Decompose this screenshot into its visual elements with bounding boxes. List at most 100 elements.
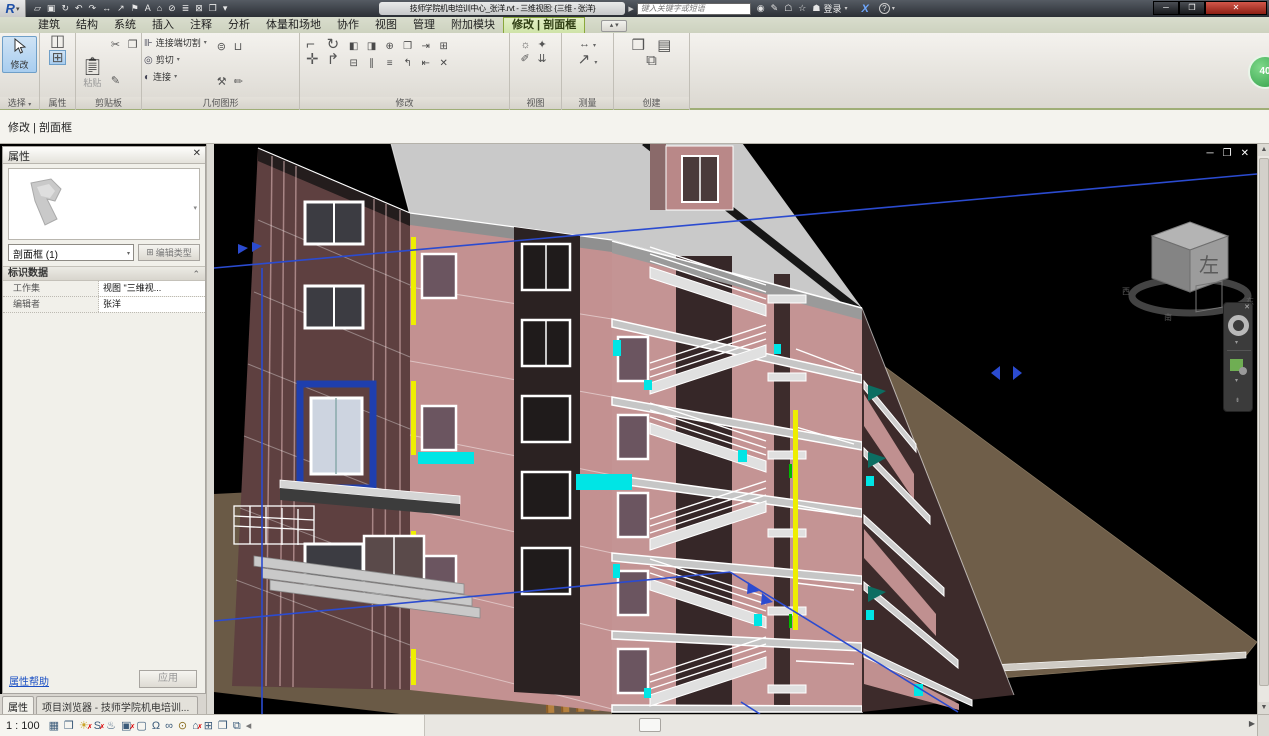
join-geometry-item[interactable]: ◐ 连接▾ — [142, 69, 209, 86]
crop-view-icon[interactable]: ▣✗ — [121, 719, 131, 733]
sign-in-label[interactable]: 登录 — [823, 2, 841, 15]
panel-label-view[interactable]: 视图 — [510, 97, 561, 109]
reveal-hidden-elements-icon[interactable]: ⊙ — [178, 719, 187, 733]
shadows-icon[interactable]: S✗ — [94, 719, 101, 733]
identity-data-section-header[interactable]: 标识数据 ⌃ — [3, 266, 205, 281]
steering-wheel-icon[interactable] — [1228, 315, 1249, 336]
split-element-icon[interactable]: ⇤ — [417, 56, 434, 72]
tab-modify-section-box[interactable]: 修改 | 剖面框 — [503, 17, 585, 33]
edit-type-button[interactable]: ⊞ 编辑类型 — [138, 244, 200, 261]
linework-icon[interactable]: ✐ — [519, 53, 535, 66]
section-icon[interactable]: ⊘ — [166, 1, 178, 16]
facade-west[interactable] — [232, 148, 410, 690]
copy-icon[interactable]: ❐ — [126, 39, 142, 74]
scroll-up-icon[interactable]: ▲ — [1258, 144, 1269, 156]
tag-by-category-icon[interactable]: ⚑ — [129, 1, 141, 16]
zoom-tool-icon[interactable] — [1230, 359, 1243, 371]
tab-structure[interactable]: 结构 — [68, 18, 106, 33]
type-selector-dropdown[interactable]: 剖面框 (1) ▾ — [8, 244, 134, 261]
facade-south[interactable] — [410, 213, 612, 712]
rotate-icon[interactable]: ↻ — [325, 38, 342, 51]
exchange-apps-icon[interactable]: X — [861, 3, 868, 15]
render-icon[interactable]: ✦ — [536, 39, 552, 52]
thin-lines-icon[interactable]: ≣ — [180, 1, 192, 16]
edited-by-value[interactable]: 张洋 — [99, 297, 205, 312]
app-close-button[interactable]: ✕ — [1205, 1, 1267, 15]
visibility-graphics-icon[interactable]: ☼ — [519, 39, 535, 52]
wall-opening-icon[interactable]: ⊔ — [232, 41, 248, 75]
undo-icon[interactable]: ↶ — [73, 1, 85, 16]
tab-architecture[interactable]: 建筑 — [30, 18, 68, 33]
close-hidden-windows-icon[interactable]: ⊠ — [193, 1, 205, 16]
worksharing-display-icon[interactable]: ❐ — [218, 719, 228, 733]
detail-level-icon[interactable]: ▦ — [49, 719, 59, 733]
cope-icon[interactable]: ◧ — [345, 39, 362, 55]
unlocked-3d-view-icon[interactable]: Ω — [152, 719, 160, 733]
type-properties-icon[interactable]: ⊞ — [49, 50, 67, 65]
tab-massing-site[interactable]: 体量和场地 — [258, 18, 329, 33]
customize-qat-icon[interactable]: ▾ — [221, 1, 230, 16]
panel-label-select[interactable]: 选择 ▾ — [0, 97, 39, 109]
tab-analyze[interactable]: 分析 — [220, 18, 258, 33]
vertical-scrollbar[interactable]: ▲ ▼ — [1257, 144, 1269, 714]
navbar-close-icon[interactable]: ✕ — [1244, 303, 1250, 311]
palette-viewport-divider[interactable] — [206, 144, 214, 714]
mirror-icon[interactable]: ⊕ — [381, 39, 398, 55]
horizontal-scrollbar[interactable]: ▶ — [424, 715, 1257, 736]
panel-label-clipboard[interactable]: 剪贴板 — [76, 97, 141, 109]
navbar-expand-icon[interactable]: ⇟ — [1235, 397, 1240, 404]
compass-west-label[interactable]: 西 — [1122, 287, 1130, 296]
horizontal-scroll-thumb[interactable] — [639, 718, 661, 732]
revit-app-button[interactable]: R▾ — [0, 0, 26, 17]
switch-windows-icon[interactable]: ❐ — [207, 1, 219, 16]
sun-path-icon[interactable]: ☀✗ — [79, 719, 89, 733]
show-crop-region-icon[interactable]: ▢ — [136, 719, 146, 733]
panel-label-properties[interactable]: 属性 — [40, 97, 75, 109]
compass-south-label[interactable]: 南 — [1164, 312, 1172, 322]
create-assembly-icon[interactable]: ▤ — [655, 39, 673, 52]
temporary-hide-isolate-icon[interactable]: ∞ — [165, 719, 173, 733]
tab-project-browser[interactable]: 项目浏览器 - 技师学院机电培训... — [36, 696, 198, 714]
rooftop-bulkhead[interactable] — [650, 144, 733, 210]
view-close-button[interactable]: ✕ — [1241, 148, 1249, 159]
app-restore-button[interactable]: ❐ — [1179, 1, 1205, 15]
reveal-constraints-icon[interactable]: ⊞ — [204, 719, 213, 733]
help-caret-icon[interactable]: ▾ — [892, 5, 895, 12]
cut-geometry-item[interactable]: ◎ 剪切▾ — [142, 52, 209, 69]
displacement-sets-icon[interactable]: ⧉ — [233, 719, 241, 733]
trim-extend-icon[interactable]: ↱ — [325, 53, 342, 66]
tab-systems[interactable]: 系统 — [106, 18, 144, 33]
subscription-icon[interactable]: ☖ — [784, 3, 792, 14]
app-minimize-button[interactable]: ─ — [1153, 1, 1179, 15]
measure-between-refs-icon[interactable]: ↗ ▾ — [562, 53, 613, 70]
preview-caret-icon[interactable]: ▾ — [193, 204, 197, 212]
beam-handles-icon[interactable]: ⊜ — [215, 41, 231, 75]
save-icon[interactable]: ▣ — [45, 1, 58, 16]
infocenter-search-input[interactable] — [637, 3, 751, 15]
properties-help-link[interactable]: 属性帮助 — [9, 673, 49, 688]
pin-icon[interactable]: ∥ — [363, 56, 380, 72]
help-icon[interactable]: ? — [879, 3, 890, 14]
view-restore-button[interactable]: ❐ — [1223, 148, 1232, 159]
redo-icon[interactable]: ↷ — [87, 1, 99, 16]
scroll-right-icon[interactable]: ▶ — [1249, 719, 1255, 728]
title-expand-arrow-icon[interactable]: ▶ — [628, 5, 633, 13]
properties-palette-icon[interactable]: ◫ — [40, 35, 75, 48]
create-group-icon[interactable]: ❒ — [630, 39, 647, 52]
split-icon[interactable]: ⇥ — [417, 39, 434, 55]
modify-tool-button[interactable]: 修改 — [2, 36, 37, 73]
move-icon[interactable]: ✛ — [304, 53, 321, 66]
tab-insert[interactable]: 插入 — [144, 18, 182, 33]
selected-window-blue[interactable] — [300, 384, 373, 488]
scale-icon[interactable]: ⊟ — [345, 56, 362, 72]
tab-manage[interactable]: 管理 — [405, 18, 443, 33]
section-collapse-icon[interactable]: ⌃ — [192, 267, 200, 281]
sign-in-caret-icon[interactable]: ▾ — [844, 5, 847, 12]
tab-addins[interactable]: 附加模块 — [443, 18, 503, 33]
drawing-area-3d-view[interactable]: 东 南 西 左 ─ ❐ ✕ ✕ ▾ ▾ ⇟ — [214, 144, 1257, 714]
sync-with-central-icon[interactable]: ↻ — [59, 1, 71, 16]
tab-view[interactable]: 视图 — [367, 18, 405, 33]
copy-tool-icon[interactable]: ❐ — [399, 39, 416, 55]
delete-icon[interactable]: ✕ — [435, 56, 452, 72]
favorites-star-icon[interactable]: ☆ — [798, 3, 806, 14]
